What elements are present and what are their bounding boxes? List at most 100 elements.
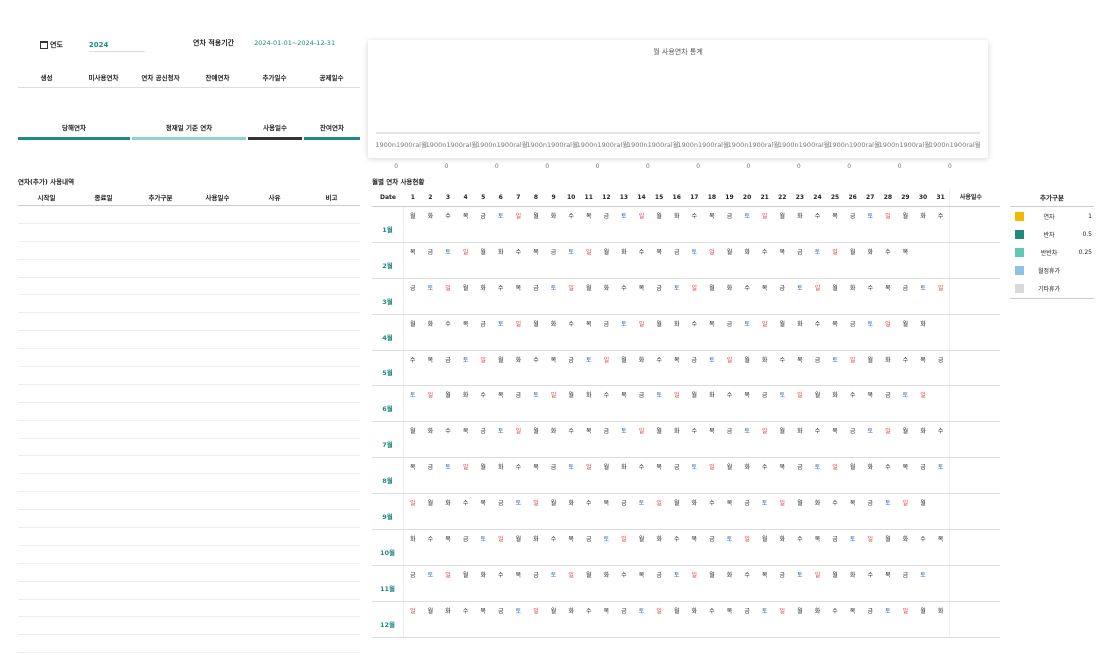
calendar-day-cell[interactable]: 수 [562,207,580,242]
calendar-day-cell[interactable]: 금 [545,243,563,278]
calendar-day-cell[interactable]: 금 [879,386,897,421]
calendar-day-cell[interactable]: 일 [510,315,528,350]
calendar-day-cell[interactable]: 토 [598,530,616,565]
calendar-day-cell[interactable]: 토 [703,351,721,386]
calendar-day-cell[interactable]: 금 [615,602,633,637]
calendar-day-cell[interactable]: 토 [492,422,510,457]
calendar-day-cell[interactable]: 수 [861,566,879,601]
calendar-day-cell[interactable]: 월 [809,386,827,421]
calendar-day-cell[interactable]: 금 [545,458,563,493]
calendar-day-cell[interactable]: 목 [668,351,686,386]
calendar-day-cell[interactable]: 수 [580,494,598,529]
calendar-day-cell[interactable]: 일 [826,243,844,278]
calendar-day-cell[interactable]: 수 [598,386,616,421]
calendar-day-cell[interactable]: 토 [809,243,827,278]
calendar-day-cell[interactable]: 화 [474,566,492,601]
calendar-day-cell[interactable]: 금 [492,494,510,529]
calendar-day-cell[interactable]: 금 [844,315,862,350]
calendar-day-cell[interactable]: 월 [492,351,510,386]
calendar-day-cell[interactable]: 수 [756,243,774,278]
calendar-day-cell[interactable]: 화 [545,315,563,350]
calendar-day-cell[interactable]: 토 [492,315,510,350]
calendar-day-cell[interactable]: 수 [686,422,704,457]
calendar-day-cell[interactable]: 목 [457,315,475,350]
calendar-day-cell[interactable]: 토 [932,458,950,493]
calendar-day-cell[interactable]: 금 [721,207,739,242]
calendar-day-cell[interactable]: 수 [404,351,422,386]
calendar-day-cell[interactable]: 목 [773,243,791,278]
calendar-day-cell[interactable]: 화 [668,315,686,350]
calendar-day-cell[interactable]: 목 [861,386,879,421]
calendar-day-cell[interactable]: 수 [879,458,897,493]
calendar-day-cell[interactable]: 월 [791,602,809,637]
calendar-day-cell[interactable]: 토 [879,494,897,529]
calendar-day-cell[interactable]: 일 [510,207,528,242]
calendar-day-cell[interactable]: 토 [422,279,440,314]
calendar-day-cell[interactable]: 월 [897,207,915,242]
calendar-day-cell[interactable]: 화 [703,386,721,421]
calendar-day-cell[interactable]: 월 [650,315,668,350]
tab-remaining[interactable]: 잔여연차 [304,120,360,140]
calendar-day-cell[interactable]: 일 [527,494,545,529]
tab-current-year[interactable]: 당해연차 [18,120,130,140]
calendar-day-cell[interactable]: 화 [861,458,879,493]
calendar-day-cell[interactable]: 목 [844,494,862,529]
calendar-day-cell[interactable]: 목 [650,243,668,278]
calendar-day-cell[interactable]: 화 [633,351,651,386]
calendar-day-cell[interactable]: 금 [457,530,475,565]
calendar-day-cell[interactable]: 화 [721,566,739,601]
calendar-day-cell[interactable]: 토 [686,458,704,493]
calendar-day-cell[interactable]: 수 [562,422,580,457]
calendar-day-cell[interactable]: 월 [545,494,563,529]
calendar-day-cell[interactable]: 일 [897,494,915,529]
calendar-day-cell[interactable]: 금 [474,315,492,350]
calendar-day-cell[interactable]: 화 [756,351,774,386]
calendar-day-cell[interactable]: 화 [545,207,563,242]
calendar-day-cell[interactable]: 월 [914,494,932,529]
calendar-day-cell[interactable]: 금 [422,458,440,493]
calendar-day-cell[interactable]: 금 [439,351,457,386]
calendar-day-cell[interactable]: 화 [932,602,950,637]
calendar-day-cell[interactable]: 수 [738,566,756,601]
calendar-day-cell[interactable]: 화 [668,422,686,457]
calendar-day-cell[interactable]: 일 [650,494,668,529]
calendar-day-cell[interactable]: 일 [879,422,897,457]
calendar-day-cell[interactable]: 월 [633,530,651,565]
calendar-day-cell[interactable]: 화 [879,351,897,386]
calendar-day-cell[interactable]: 화 [457,386,475,421]
calendar-day-cell[interactable]: 월 [562,386,580,421]
calendar-day-cell[interactable]: 화 [510,351,528,386]
calendar-day-cell[interactable]: 화 [492,458,510,493]
calendar-day-cell[interactable]: 토 [791,279,809,314]
calendar-day-cell[interactable]: 목 [562,530,580,565]
calendar-day-cell[interactable]: 화 [527,530,545,565]
calendar-day-cell[interactable]: 수 [457,494,475,529]
calendar-day-cell[interactable]: 화 [615,243,633,278]
calendar-day-cell[interactable]: 월 [580,566,598,601]
calendar-day-cell[interactable]: 일 [791,386,809,421]
calendar-day-cell[interactable]: 목 [773,458,791,493]
calendar-day-cell[interactable]: 금 [914,458,932,493]
calendar-day-cell[interactable]: 수 [721,386,739,421]
calendar-day-cell[interactable]: 금 [474,422,492,457]
calendar-day-cell[interactable]: 일 [721,351,739,386]
calendar-day-cell[interactable]: 월 [527,315,545,350]
calendar-day-cell[interactable]: 일 [809,279,827,314]
calendar-day-cell[interactable]: 화 [562,494,580,529]
calendar-day-cell[interactable]: 금 [897,279,915,314]
tab-used-days[interactable]: 사용일수 [248,120,302,140]
calendar-day-cell[interactable]: 일 [756,207,774,242]
calendar-day-cell[interactable]: 월 [826,566,844,601]
calendar-day-cell[interactable]: 금 [510,386,528,421]
calendar-day-cell[interactable]: 토 [650,386,668,421]
calendar-day-cell[interactable]: 일 [580,458,598,493]
calendar-day-cell[interactable]: 월 [791,494,809,529]
calendar-day-cell[interactable]: 수 [474,386,492,421]
calendar-day-cell[interactable]: 금 [738,494,756,529]
calendar-day-cell[interactable]: 목 [510,566,528,601]
calendar-day-cell[interactable]: 일 [897,602,915,637]
calendar-day-cell[interactable]: 금 [791,458,809,493]
calendar-day-cell[interactable]: 수 [932,422,950,457]
calendar-day-cell[interactable]: 수 [879,243,897,278]
calendar-day-cell[interactable]: 토 [510,494,528,529]
